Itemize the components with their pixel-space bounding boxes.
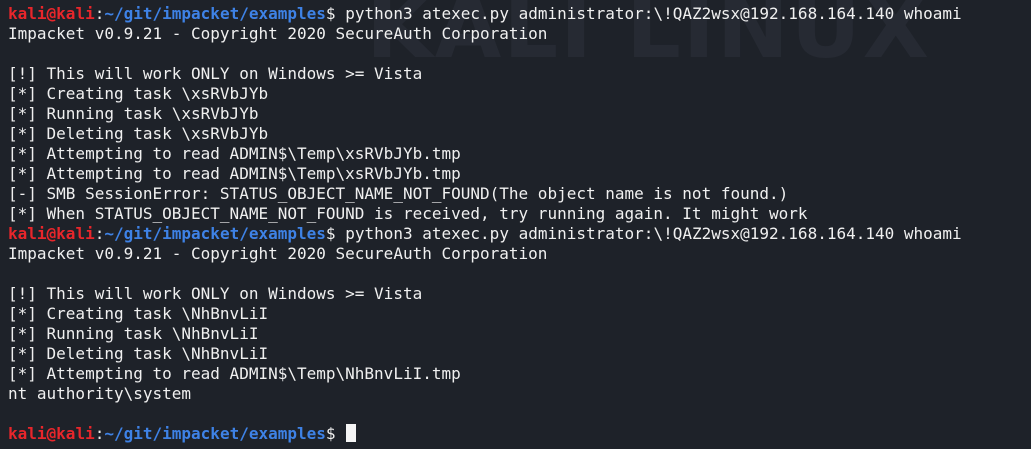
output-line: [!] This will work ONLY on Windows >= Vi… <box>8 64 423 83</box>
output-line: [*] Deleting task \NhBnvLiI <box>8 344 269 363</box>
output-line: [*] Creating task \xsRVbJYb <box>8 84 269 103</box>
output-line: [!] This will work ONLY on Windows >= Vi… <box>8 284 423 303</box>
output-line: nt authority\system <box>8 384 192 403</box>
prompt-dollar: $ <box>325 4 336 23</box>
command-text: python3 atexec.py administrator:\!QAZ2ws… <box>345 4 962 23</box>
command-text: python3 atexec.py administrator:\!QAZ2ws… <box>345 224 962 243</box>
prompt-dollar: $ <box>325 424 336 443</box>
prompt-line: kali@kali:~/git/impacket/examples$ pytho… <box>8 4 962 24</box>
output-line: [*] Attempting to read ADMIN$\Temp\NhBnv… <box>8 364 461 383</box>
output-line: [*] Deleting task \xsRVbJYb <box>8 124 269 143</box>
prompt-host: kali <box>56 224 95 243</box>
prompt-user: kali <box>8 224 47 243</box>
output-line: [*] Running task \NhBnvLiI <box>8 324 259 343</box>
prompt-colon: : <box>94 224 105 243</box>
prompt-at: @ <box>46 4 57 23</box>
prompt-line: kali@kali:~/git/impacket/examples$ pytho… <box>8 224 962 244</box>
output-line: Impacket v0.9.21 - Copyright 2020 Secure… <box>8 244 548 263</box>
output-line: [*] When STATUS_OBJECT_NAME_NOT_FOUND is… <box>8 204 808 223</box>
output-line: [-] SMB SessionError: STATUS_OBJECT_NAME… <box>8 184 789 203</box>
prompt-at: @ <box>46 424 57 443</box>
output-line: [*] Attempting to read ADMIN$\Temp\xsRVb… <box>8 144 461 163</box>
output-line: [*] Creating task \NhBnvLiI <box>8 304 269 323</box>
prompt-path: ~/git/impacket/examples <box>104 424 326 443</box>
prompt-colon: : <box>94 424 105 443</box>
prompt-at: @ <box>46 224 57 243</box>
output-line: [*] Attempting to read ADMIN$\Temp\xsRVb… <box>8 164 461 183</box>
terminal-output: kali@kali:~/git/impacket/examples$ pytho… <box>8 4 962 444</box>
prompt-host: kali <box>56 4 95 23</box>
prompt-path: ~/git/impacket/examples <box>104 224 326 243</box>
prompt-host: kali <box>56 424 95 443</box>
output-line: [*] Running task \xsRVbJYb <box>8 104 259 123</box>
prompt-user: kali <box>8 424 47 443</box>
prompt-user: kali <box>8 4 47 23</box>
prompt-dollar: $ <box>325 224 336 243</box>
prompt-colon: : <box>94 4 105 23</box>
text-cursor[interactable] <box>346 424 357 442</box>
terminal-window[interactable]: KALI LINUX kali@kali:~/git/impacket/exam… <box>0 0 1031 449</box>
prompt-path: ~/git/impacket/examples <box>104 4 326 23</box>
output-line: Impacket v0.9.21 - Copyright 2020 Secure… <box>8 24 548 43</box>
active-prompt-line[interactable]: kali@kali:~/git/impacket/examples$ <box>8 424 962 444</box>
